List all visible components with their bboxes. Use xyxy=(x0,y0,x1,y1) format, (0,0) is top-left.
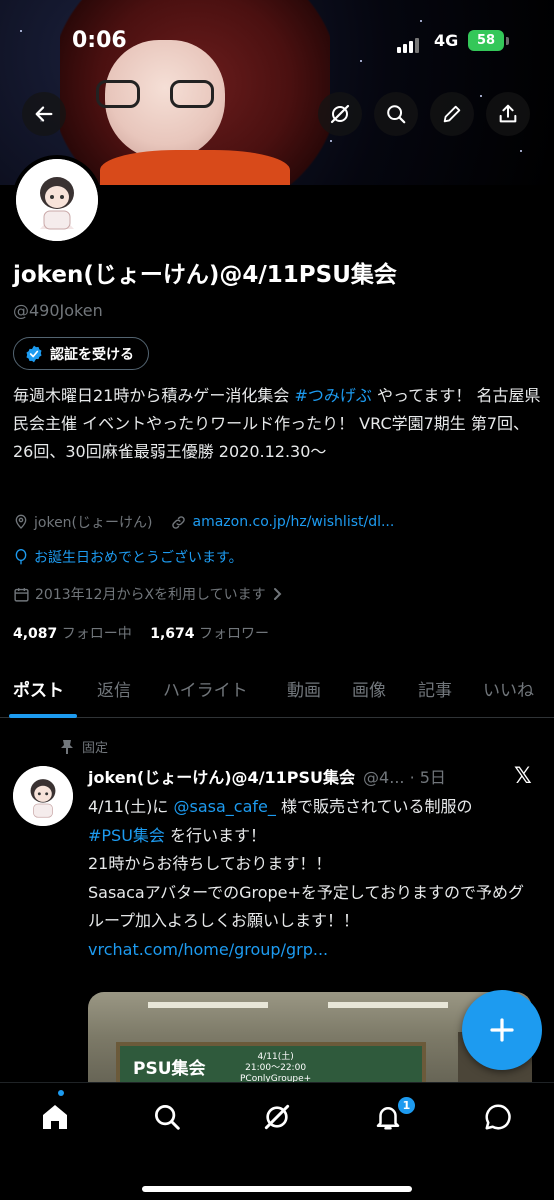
tweet-text-4: SasacaアバターでのGrope+を予定しておりますので予めグループ加入よろし… xyxy=(88,882,524,931)
search-icon xyxy=(387,105,406,124)
media-date: 4/11(土) 21:00〜22:00 PConlyGroupe+ xyxy=(240,1052,311,1085)
followers-link[interactable]: 1,674 フォロワー xyxy=(150,626,269,642)
status-time: 0:06 xyxy=(72,28,127,53)
bio-hashtag-link[interactable]: #つみげぶ xyxy=(294,386,371,405)
signal-icon xyxy=(397,34,421,53)
battery-tip xyxy=(506,37,509,45)
followers-count: 1,674 xyxy=(150,626,195,642)
grok-icon xyxy=(264,1104,290,1130)
link-icon xyxy=(170,514,187,531)
tab-posts[interactable]: ポスト xyxy=(13,676,64,701)
battery-level: 58 xyxy=(468,30,504,51)
profile-joined-row[interactable]: 2013年12月からXを利用しています xyxy=(13,584,289,604)
profile-birthday: お誕生日おめでとうございます。 xyxy=(13,547,243,567)
joined-text: 2013年12月からXを利用しています xyxy=(35,587,266,603)
nav-messages[interactable] xyxy=(478,1097,518,1137)
search-icon xyxy=(155,1105,180,1130)
verified-badge-icon xyxy=(26,345,42,362)
tab-articles[interactable]: 記事 xyxy=(418,676,452,701)
tweet-mention-link[interactable]: @sasa_cafe_ xyxy=(174,797,276,816)
profile-bio: 毎週木曜日21時から積みゲー消化集会 #つみげぶ やってます！ 名古屋県民会主催… xyxy=(13,382,543,466)
tab-videos[interactable]: 動画 xyxy=(287,676,321,701)
profile-tabs: ポスト 返信 ハイライト 動画 画像 記事 いいね xyxy=(0,660,554,718)
compose-button[interactable] xyxy=(462,990,542,1070)
profile-location: joken(じょーけん) xyxy=(34,515,153,531)
grok-icon xyxy=(330,104,350,124)
tweet-text[interactable]: 4/11(土)に @sasa_cafe_ 様で販売されている制服の #PSU集会… xyxy=(88,793,538,964)
nav-search[interactable] xyxy=(147,1097,187,1137)
following-label: フォロー中 xyxy=(57,626,132,642)
media-title: PSU集会 xyxy=(133,1059,206,1079)
follow-stats: 4,087 フォロー中 1,674 フォロワー xyxy=(13,623,269,643)
search-button[interactable] xyxy=(374,92,418,136)
get-verified-button[interactable]: 認証を受ける xyxy=(13,337,149,370)
tweet-text-2: を行います！ xyxy=(164,825,267,845)
tweet-text-3: 21時からお待ちしております！！ xyxy=(88,854,332,873)
nav-grok[interactable] xyxy=(257,1097,297,1137)
tweet-author-name[interactable]: joken(じょーけん)@4/11PSU集会 xyxy=(88,764,355,788)
bottom-navigation: 1 xyxy=(0,1082,554,1200)
x-logo-icon: 𝕏 xyxy=(514,764,532,789)
edit-icon xyxy=(443,105,461,123)
media-date-line2: 21:00〜22:00 xyxy=(245,1063,307,1073)
tab-replies[interactable]: 返信 xyxy=(97,676,131,701)
profile-avatar[interactable] xyxy=(12,155,102,245)
share-button[interactable] xyxy=(486,92,530,136)
bio-text: 毎週木曜日21時から積みゲー消化集会 xyxy=(13,386,295,405)
messages-icon xyxy=(485,1104,511,1130)
birthday-text: お誕生日おめでとうございます。 xyxy=(34,550,243,566)
profile-name: joken(じょーけん)@4/11PSU集会 xyxy=(13,262,397,288)
tweet-avatar[interactable] xyxy=(13,766,73,826)
pinned-label: 固定 xyxy=(82,741,109,756)
tweet-url-link[interactable]: vrchat.com/home/group/grp... xyxy=(88,936,538,965)
plus-icon xyxy=(490,1018,514,1042)
share-icon xyxy=(499,104,517,123)
pin-icon xyxy=(61,739,73,754)
following-count: 4,087 xyxy=(13,626,58,642)
edit-profile-button[interactable] xyxy=(430,92,474,136)
grok-button[interactable] xyxy=(318,92,362,136)
back-button[interactable] xyxy=(22,92,66,136)
notifications-badge: 1 xyxy=(396,1095,417,1116)
nav-home[interactable] xyxy=(35,1097,75,1137)
calendar-icon xyxy=(13,586,30,603)
tweet-header: joken(じょーけん)@4/11PSU集会 @4... · 5日 xyxy=(88,764,446,788)
home-unread-dot xyxy=(58,1090,64,1096)
back-arrow-icon xyxy=(35,106,53,122)
following-link[interactable]: 4,087 フォロー中 xyxy=(13,626,132,642)
tab-likes[interactable]: いいね xyxy=(483,676,534,701)
tweet-hashtag-link[interactable]: #PSU集会 xyxy=(88,826,165,845)
active-tab-indicator xyxy=(9,714,77,718)
home-icon xyxy=(43,1105,67,1129)
profile-handle: @490Joken xyxy=(13,301,103,320)
location-icon xyxy=(13,514,29,530)
media-date-line1: 4/11(土) xyxy=(257,1052,294,1062)
balloon-icon xyxy=(13,548,29,566)
tweet-text-1: 4/11(土)に xyxy=(88,797,174,816)
profile-meta-location-website: joken(じょーけん) amazon.co.jp/hz/wishlist/dl… xyxy=(13,512,394,532)
pinned-indicator: 固定 xyxy=(60,737,108,756)
followers-label: フォロワー xyxy=(194,626,269,642)
chevron-right-icon xyxy=(272,587,284,601)
tweet-text-1b: 様で販売されている制服の xyxy=(275,797,473,816)
get-verified-label: 認証を受ける xyxy=(50,346,134,363)
status-bar: 0:06 4G 58 xyxy=(0,0,554,80)
profile-website-link[interactable]: amazon.co.jp/hz/wishlist/dl... xyxy=(192,514,394,530)
tab-highlights[interactable]: ハイライト xyxy=(163,676,248,701)
tweet-meta: @4... · 5日 xyxy=(363,768,446,787)
home-indicator xyxy=(142,1186,412,1192)
tab-images[interactable]: 画像 xyxy=(352,676,386,701)
network-type: 4G xyxy=(434,31,459,50)
